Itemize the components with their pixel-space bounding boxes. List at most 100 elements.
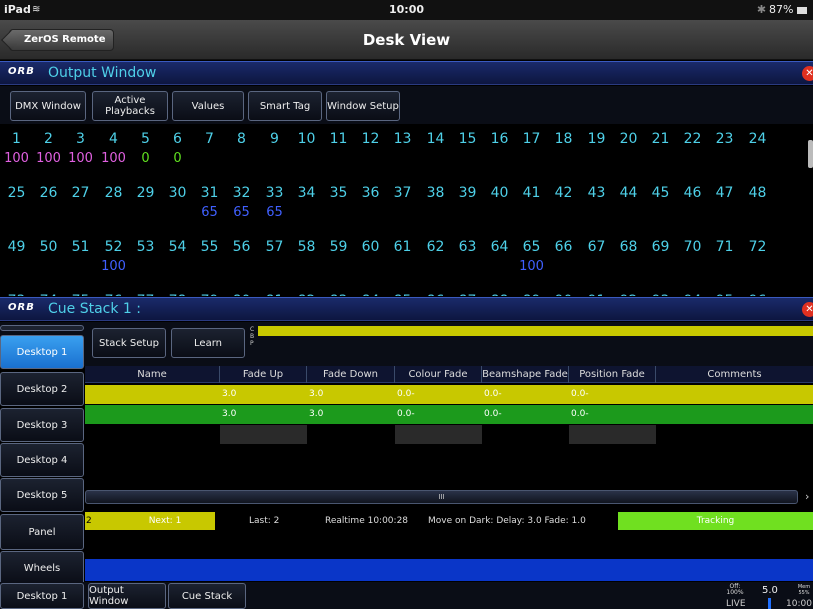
- channel-number[interactable]: 73: [0, 292, 33, 296]
- channel-number[interactable]: 84: [354, 292, 387, 296]
- table-row[interactable]: 3.0 3.0 0.0- 0.0- 0.0-: [85, 385, 813, 404]
- channel-number[interactable]: 91: [580, 292, 613, 296]
- channel-number[interactable]: 34: [290, 184, 323, 202]
- channel-number[interactable]: 90: [547, 292, 580, 296]
- channel-number[interactable]: 30: [161, 184, 194, 202]
- channel-number[interactable]: 51: [64, 238, 97, 256]
- channel-number[interactable]: 17: [515, 130, 548, 148]
- channel-number[interactable]: 25: [0, 184, 33, 202]
- channel-number[interactable]: 49: [0, 238, 33, 256]
- channel-number[interactable]: 69: [644, 238, 677, 256]
- channel-number[interactable]: 16: [483, 130, 516, 148]
- sidebar-item-desktop-5[interactable]: Desktop 5: [0, 478, 84, 512]
- col-position-fade[interactable]: Position Fade: [569, 366, 656, 383]
- channel-number[interactable]: 75: [64, 292, 97, 296]
- channel-grid[interactable]: 1 100 2 100 3 100 4 100 5 0 6 0 7 8 9 10 11 12 13 14 15 16 17 1…: [0, 126, 813, 296]
- channel-number[interactable]: 20: [612, 130, 645, 148]
- cue-stack-titlebar[interactable]: ORB Cue Stack 1 : ✕: [0, 297, 813, 321]
- channel-number[interactable]: 57: [258, 238, 291, 256]
- channel-number[interactable]: 14: [419, 130, 452, 148]
- close-icon[interactable]: ✕: [802, 66, 813, 81]
- channel-number[interactable]: 63: [451, 238, 484, 256]
- channel-number[interactable]: 53: [129, 238, 162, 256]
- channel-number[interactable]: 35: [322, 184, 355, 202]
- channel-number[interactable]: 80: [225, 292, 258, 296]
- channel-number[interactable]: 27: [64, 184, 97, 202]
- stack-setup-button[interactable]: Stack Setup: [92, 328, 166, 358]
- tab-cue-stack[interactable]: Cue Stack: [168, 583, 246, 609]
- col-fade-down[interactable]: Fade Down: [307, 366, 395, 383]
- channel-number[interactable]: 78: [161, 292, 194, 296]
- sidebar-item-panel[interactable]: Panel: [0, 514, 84, 550]
- chevron-right-icon[interactable]: ›: [805, 490, 809, 503]
- channel-number[interactable]: 33: [258, 184, 291, 202]
- channel-number[interactable]: 1: [0, 130, 33, 148]
- channel-number[interactable]: 55: [193, 238, 226, 256]
- channel-number[interactable]: 18: [547, 130, 580, 148]
- col-beamshape-fade[interactable]: Beamshape Fade: [482, 366, 569, 383]
- col-colour-fade[interactable]: Colour Fade: [395, 366, 482, 383]
- sidebar-item-desktop-1[interactable]: Desktop 1: [0, 335, 84, 369]
- output-window-titlebar[interactable]: ORB Output Window ✕: [0, 61, 813, 85]
- channel-number[interactable]: 42: [547, 184, 580, 202]
- channel-number[interactable]: 45: [644, 184, 677, 202]
- channel-number[interactable]: 31: [193, 184, 226, 202]
- channel-number[interactable]: 96: [741, 292, 774, 296]
- channel-number[interactable]: 37: [386, 184, 419, 202]
- channel-number[interactable]: 48: [741, 184, 774, 202]
- channel-number[interactable]: 11: [322, 130, 355, 148]
- channel-number[interactable]: 21: [644, 130, 677, 148]
- channel-number[interactable]: 43: [580, 184, 613, 202]
- tab-output-window[interactable]: Output Window: [88, 583, 166, 609]
- values-button[interactable]: Values: [172, 91, 244, 121]
- channel-number[interactable]: 23: [708, 130, 741, 148]
- channel-number[interactable]: 7: [193, 130, 226, 148]
- channel-number[interactable]: 15: [451, 130, 484, 148]
- channel-number[interactable]: 3: [64, 130, 97, 148]
- channel-number[interactable]: 88: [483, 292, 516, 296]
- channel-number[interactable]: 50: [32, 238, 65, 256]
- channel-number[interactable]: 2: [32, 130, 65, 148]
- channel-number[interactable]: 74: [32, 292, 65, 296]
- channel-number[interactable]: 95: [708, 292, 741, 296]
- channel-number[interactable]: 85: [386, 292, 419, 296]
- channel-number[interactable]: 36: [354, 184, 387, 202]
- channel-number[interactable]: 89: [515, 292, 548, 296]
- channel-number[interactable]: 6: [161, 130, 194, 148]
- channel-number[interactable]: 13: [386, 130, 419, 148]
- channel-number[interactable]: 72: [741, 238, 774, 256]
- channel-number[interactable]: 46: [676, 184, 709, 202]
- channel-number[interactable]: 32: [225, 184, 258, 202]
- channel-number[interactable]: 82: [290, 292, 323, 296]
- channel-number[interactable]: 47: [708, 184, 741, 202]
- channel-scrollbar[interactable]: [808, 140, 813, 168]
- col-comments[interactable]: Comments: [656, 366, 813, 383]
- channel-number[interactable]: 93: [644, 292, 677, 296]
- channel-number[interactable]: 77: [129, 292, 162, 296]
- table-row-empty[interactable]: [85, 425, 813, 444]
- channel-number[interactable]: 54: [161, 238, 194, 256]
- channel-number[interactable]: 67: [580, 238, 613, 256]
- channel-number[interactable]: 83: [322, 292, 355, 296]
- table-row[interactable]: 3.0 3.0 0.0- 0.0- 0.0-: [85, 405, 813, 424]
- learn-button[interactable]: Learn: [171, 328, 245, 358]
- channel-number[interactable]: 71: [708, 238, 741, 256]
- channel-number[interactable]: 44: [612, 184, 645, 202]
- channel-number[interactable]: 56: [225, 238, 258, 256]
- channel-number[interactable]: 61: [386, 238, 419, 256]
- channel-number[interactable]: 58: [290, 238, 323, 256]
- channel-number[interactable]: 5: [129, 130, 162, 148]
- channel-number[interactable]: 60: [354, 238, 387, 256]
- sidebar-item-desktop-4[interactable]: Desktop 4: [0, 443, 84, 477]
- channel-number[interactable]: 68: [612, 238, 645, 256]
- channel-number[interactable]: 8: [225, 130, 258, 148]
- active-playbacks-button[interactable]: Active Playbacks: [92, 91, 168, 121]
- scroll-grip[interactable]: III: [86, 491, 797, 503]
- close-icon[interactable]: ✕: [802, 302, 813, 317]
- channel-number[interactable]: 66: [547, 238, 580, 256]
- channel-number[interactable]: 39: [451, 184, 484, 202]
- channel-number[interactable]: 86: [419, 292, 452, 296]
- window-setup-button[interactable]: Window Setup: [326, 91, 400, 121]
- sidebar-item-desktop-3[interactable]: Desktop 3: [0, 408, 84, 442]
- channel-number[interactable]: 76: [97, 292, 130, 296]
